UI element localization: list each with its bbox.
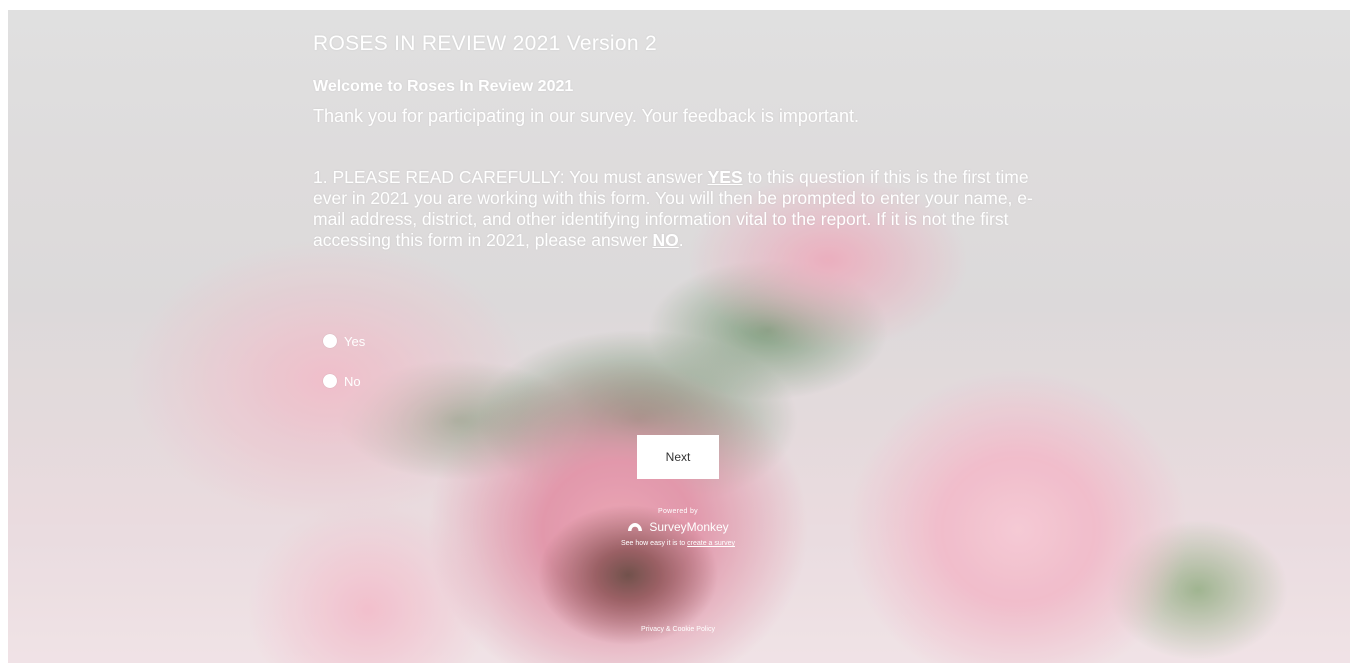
radio-no[interactable] xyxy=(323,374,337,388)
create-survey-link[interactable]: create a survey xyxy=(687,540,735,547)
powered-by-text: Powered by xyxy=(658,508,698,515)
survey-title: ROSES IN REVIEW 2021 Version 2 xyxy=(313,32,657,55)
option-yes-label: Yes xyxy=(344,333,366,349)
create-survey-prefix: See how easy it is to xyxy=(620,540,688,547)
survey-content: ROSES IN REVIEW 2021 Version 2 Welcome t… xyxy=(313,32,1053,251)
page-title: Welcome to Roses In Review 2021 xyxy=(313,78,574,95)
radio-yes[interactable] xyxy=(323,334,337,348)
surveymonkey-logo-icon xyxy=(628,523,643,531)
surveymonkey-brand-label: SurveyMonkey xyxy=(649,520,729,534)
question-text-part3: . xyxy=(678,230,684,250)
powered-by-footer: Powered by SurveyMonkey See how easy it … xyxy=(578,508,778,547)
option-no[interactable]: No xyxy=(323,371,365,391)
privacy-policy-link[interactable]: Privacy & Cookie Policy xyxy=(578,626,778,633)
question-emphasis-yes: YES xyxy=(707,167,743,187)
survey-background: ROSES IN REVIEW 2021 Version 2 Welcome t… xyxy=(8,10,1350,663)
create-survey-line: See how easy it is to create a survey xyxy=(578,540,778,547)
answer-options: Yes No xyxy=(323,331,365,411)
option-no-label: No xyxy=(344,373,361,389)
next-button[interactable]: Next xyxy=(637,435,719,479)
question-text-part1: 1. PLEASE READ CAREFULLY: You must answe… xyxy=(313,167,708,187)
question-emphasis-no: NO xyxy=(652,230,679,250)
question-text: 1. PLEASE READ CAREFULLY: You must answe… xyxy=(313,167,1048,251)
page-description: Thank you for participating in our surve… xyxy=(313,106,859,126)
option-yes[interactable]: Yes xyxy=(323,331,365,351)
surveymonkey-brand[interactable]: SurveyMonkey xyxy=(578,520,778,534)
